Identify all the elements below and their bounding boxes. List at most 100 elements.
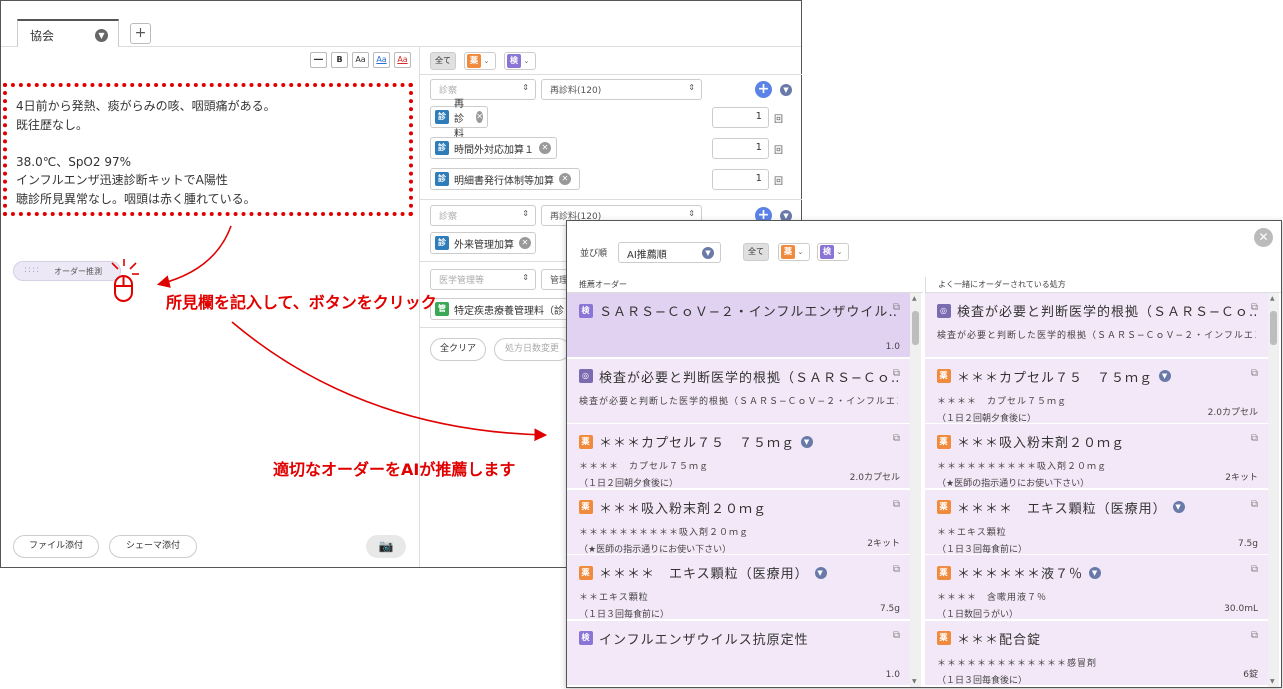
suggestion-card[interactable]: 検インフルエンザウイルス抗原定性 1.0 ⧉ [567, 620, 910, 686]
suggestion-subtitle: ＊＊エキス顆粒 [937, 527, 1007, 538]
suggestion-title: ＊＊＊＊ エキス顆粒（医療用） [599, 567, 809, 582]
open-external-icon[interactable]: ⧉ [893, 630, 900, 641]
kusuri-badge-icon: 薬 [937, 369, 951, 383]
suggestion-title-row: 薬 ＊＊＊配合錠 [937, 629, 1256, 648]
open-external-icon[interactable]: ⧉ [1251, 302, 1258, 313]
open-external-icon[interactable]: ⧉ [1251, 499, 1258, 510]
kusuri-badge-icon: 薬 [937, 434, 951, 449]
suggestion-title: インフルエンザウイルス抗原定性 [599, 632, 809, 648]
chevron-down-icon[interactable]: ▼ [1172, 501, 1185, 513]
open-external-icon[interactable]: ⧉ [1251, 564, 1258, 575]
open-external-icon[interactable]: ⧉ [893, 433, 900, 444]
ken-badge-icon: 検 [579, 631, 593, 645]
sort-select[interactable]: AI推薦順 ▼ [618, 242, 721, 263]
suggestion-subtitle: ＊＊＊＊ 含嗽用液７％ [937, 593, 1048, 603]
shin2-badge-icon: ◎ [937, 303, 951, 318]
close-icon[interactable]: ✕ [1254, 228, 1273, 247]
suggestion-amount: 1.0 [885, 342, 900, 352]
open-external-icon[interactable]: ⧉ [1251, 630, 1258, 641]
kusuri-badge-icon: 薬 [579, 500, 593, 514]
suggestion-title: 検査が必要と判断医学的根拠（ＳＡＲＳ−Ｃｏ… [599, 370, 898, 386]
recommended-orders-list: 検インフルエンザウイルス抗原定性 1.0 ⧉ 薬 ＊＊＊＊ エキス顆粒（医療用） ▼ ＊＊エ… [567, 293, 923, 687]
suggestion-subtitle: ＊＊エキス顆粒 [579, 593, 649, 603]
suggestion-title-row: 検 ＳＡＲＳ−ＣｏＶ−２・インフルエンザウイル… [579, 301, 898, 320]
suggestion-amount: 30.0mL [1224, 604, 1258, 614]
suggestion-title-row: 薬 ＊＊＊吸入粉末剤２０ｍｇ [579, 498, 898, 517]
open-external-icon[interactable]: ⧉ [1251, 368, 1258, 379]
suggestion-subtitle: 検査が必要と判断した医学的根拠（ＳＡＲＳ−ＣｏＶ−２・インフルエン… [579, 396, 898, 407]
suggestion-title: ＊＊＊吸入粉末剤２０ｍｇ [599, 501, 768, 517]
filter-ken-chip[interactable]: 検 ⌄ [817, 243, 849, 261]
suggestion-title-row: 薬 ＊＊＊＊ エキス顆粒（医療用） ▼ [937, 498, 1256, 517]
kusuri-badge-icon: 薬 [937, 631, 951, 645]
ai-suggestion-popup: ✕ 並び順 AI推薦順 ▼ 全て 薬 ⌄ 検 ⌄ 推薦オーダー よく一緒にオーダ… [566, 220, 1282, 688]
suggestion-title-row: 薬 ＊＊＊＊ エキス顆粒（医療用） ▼ [579, 563, 898, 582]
kusuri-badge-icon: 薬 [579, 565, 593, 580]
scroll-thumb[interactable] [912, 311, 919, 345]
suggestion-subtitle: 検査が必要と判断した医学的根拠（ＳＡＲＳ−ＣｏＶ−２・インフルエン… [937, 331, 1256, 341]
filter-kusuri-chip[interactable]: 薬 ⌄ [778, 243, 810, 261]
suggestion-amount: 7.5g [1237, 538, 1258, 549]
shin2-badge-icon: ◎ [579, 369, 593, 383]
kusuri-badge-icon: 薬 [937, 500, 951, 514]
suggestion-title: ＊＊＊カプセル７５ ７５ｍｇ [599, 436, 796, 451]
suggestion-amount: 2キット [867, 538, 900, 549]
suggestion-card[interactable]: 薬＊＊＊カプセル７５ ７５ｍｇ ▼ ＊＊＊＊ カプセル７５ｍｇ （１日２回朝夕食後に）… [925, 358, 1268, 424]
open-external-icon[interactable]: ⧉ [893, 499, 900, 510]
co-ordered-list: 薬 ＊＊＊配合錠 ＊＊＊＊＊＊＊＊＊＊＊＊＊感冒剤 （１日３回毎食後に） 6錠 ⧉ 薬 ＊＊＊… [925, 293, 1281, 687]
suggestion-subtitle: ＊＊＊＊＊＊＊＊＊＊吸入剤２０ｍｇ [937, 462, 1108, 472]
suggestion-card[interactable]: 薬 ＊＊＊＊ エキス顆粒（医療用） ▼ ＊＊エキス顆粒 （１日３回毎食前に） 7.5g ⧉ [567, 555, 910, 620]
suggestion-title-row: 薬 ＊＊＊吸入粉末剤２０ｍｇ [937, 432, 1256, 451]
suggestion-card[interactable]: 薬 ＊＊＊配合錠 ＊＊＊＊＊＊＊＊＊＊＊＊＊感冒剤 （１日３回毎食後に） 6錠 ⧉ [925, 620, 1268, 686]
chevron-down-icon[interactable]: ▼ [814, 566, 827, 579]
suggestion-amount: 7.5g [879, 604, 900, 614]
filter-all-chip[interactable]: 全て [743, 243, 769, 261]
suggestion-amount: 2.0カプセル [849, 473, 900, 483]
suggestion-card[interactable]: 薬 ＊＊＊＊ エキス顆粒（医療用） ▼ ＊＊エキス顆粒 （１日３回毎食前に） 7.5g ⧉ [925, 489, 1268, 555]
suggestion-amount: 2キット [1225, 473, 1258, 483]
chevron-down-icon[interactable]: ▼ [1159, 370, 1172, 382]
scroll-up-icon[interactable]: ▲ [912, 295, 917, 302]
scrollbar[interactable]: ▲ ▼ [910, 293, 921, 687]
suggestion-detail: （１日３回毎食後に） [937, 675, 1028, 686]
suggestion-card[interactable]: 薬＊＊＊カプセル７５ ７５ｍｇ ▼ ＊＊＊＊ カプセル７５ｍｇ （１日２回朝夕食後に）… [567, 424, 910, 489]
open-external-icon[interactable]: ⧉ [893, 564, 900, 575]
scrollbar[interactable]: ▲ ▼ [1268, 293, 1279, 687]
suggestion-amount: 6錠 [1243, 669, 1258, 680]
suggestion-subtitle: ＊＊＊＊＊＊＊＊＊＊吸入剤２０ｍｇ [579, 527, 750, 538]
suggestion-title-row: ◎ 検査が必要と判断医学的根拠（ＳＡＲＳ−Ｃｏ… [579, 367, 898, 386]
suggestion-detail: （★医師の指示通りにお使い下さい） [937, 479, 1090, 489]
scroll-down-icon[interactable]: ▼ [1270, 678, 1275, 685]
open-external-icon[interactable]: ⧉ [893, 302, 900, 313]
scroll-thumb[interactable] [1270, 311, 1277, 345]
chevron-down-icon[interactable]: ▼ [1089, 566, 1102, 579]
suggestion-card[interactable]: 検 ＳＡＲＳ−ＣｏＶ−２・インフルエンザウイル… 1.0 ⧉ [567, 293, 910, 358]
scroll-up-icon[interactable]: ▲ [1270, 295, 1275, 302]
suggestion-title: ＊＊＊＊＊＊液７％ [957, 567, 1084, 582]
open-external-icon[interactable]: ⧉ [1251, 433, 1258, 444]
chevron-down-icon: ⌄ [797, 248, 804, 256]
suggestion-amount: 1.0 [885, 669, 900, 680]
suggestion-card[interactable]: 薬 ＊＊＊吸入粉末剤２０ｍｇ ＊＊＊＊＊＊＊＊＊＊吸入剤２０ｍｇ （★医師の指示通りに… [567, 489, 910, 555]
suggestion-title-row: 薬 ＊＊＊カプセル７５ ７５ｍｇ ▼ [937, 367, 1256, 386]
open-external-icon[interactable]: ⧉ [893, 368, 900, 379]
kusuri-badge-icon: 薬 [579, 434, 593, 449]
suggestion-title: ＊＊＊＊ エキス顆粒（医療用） [957, 501, 1167, 517]
suggestion-card[interactable]: ◎ 検査が必要と判断医学的根拠（ＳＡＲＳ−Ｃｏ… 検査が必要と判断した医学的根拠（Ｓ… [925, 293, 1268, 358]
scroll-down-icon[interactable]: ▼ [912, 678, 917, 685]
suggestion-title: ＊＊＊吸入粉末剤２０ｍｇ [957, 436, 1126, 451]
suggestion-detail: （★医師の指示通りにお使い下さい） [579, 544, 732, 555]
ken-badge-icon: 検 [579, 303, 593, 318]
kusuri-badge-icon: 薬 [781, 245, 795, 259]
suggestion-detail: （１日３回毎食前に） [579, 610, 670, 620]
suggestion-card[interactable]: ◎ 検査が必要と判断医学的根拠（ＳＡＲＳ−Ｃｏ… 検査が必要と判断した医学的根拠（Ｓ… [567, 358, 910, 424]
chevron-down-icon[interactable]: ▼ [801, 435, 814, 448]
annotation-recommend: 適切なオーダーをAIが推薦します [273, 460, 516, 479]
suggestion-title: ＳＡＲＳ−ＣｏＶ−２・インフルエンザウイル… [599, 305, 898, 320]
recommended-orders-header: 推薦オーダー [567, 277, 923, 293]
kusuri-badge-icon: 薬 [937, 565, 951, 580]
suggestion-card[interactable]: 薬 ＊＊＊＊＊＊液７％ ▼ ＊＊＊＊ 含嗽用液７％ （１日数回うがい） 30.0mL ⧉ [925, 555, 1268, 620]
suggestion-card[interactable]: 薬 ＊＊＊吸入粉末剤２０ｍｇ ＊＊＊＊＊＊＊＊＊＊吸入剤２０ｍｇ （★医師の指示通りに… [925, 424, 1268, 489]
suggestion-detail: （１日数回うがい） [937, 610, 1019, 620]
suggestion-title-row: 検インフルエンザウイルス抗原定性 [579, 629, 898, 648]
